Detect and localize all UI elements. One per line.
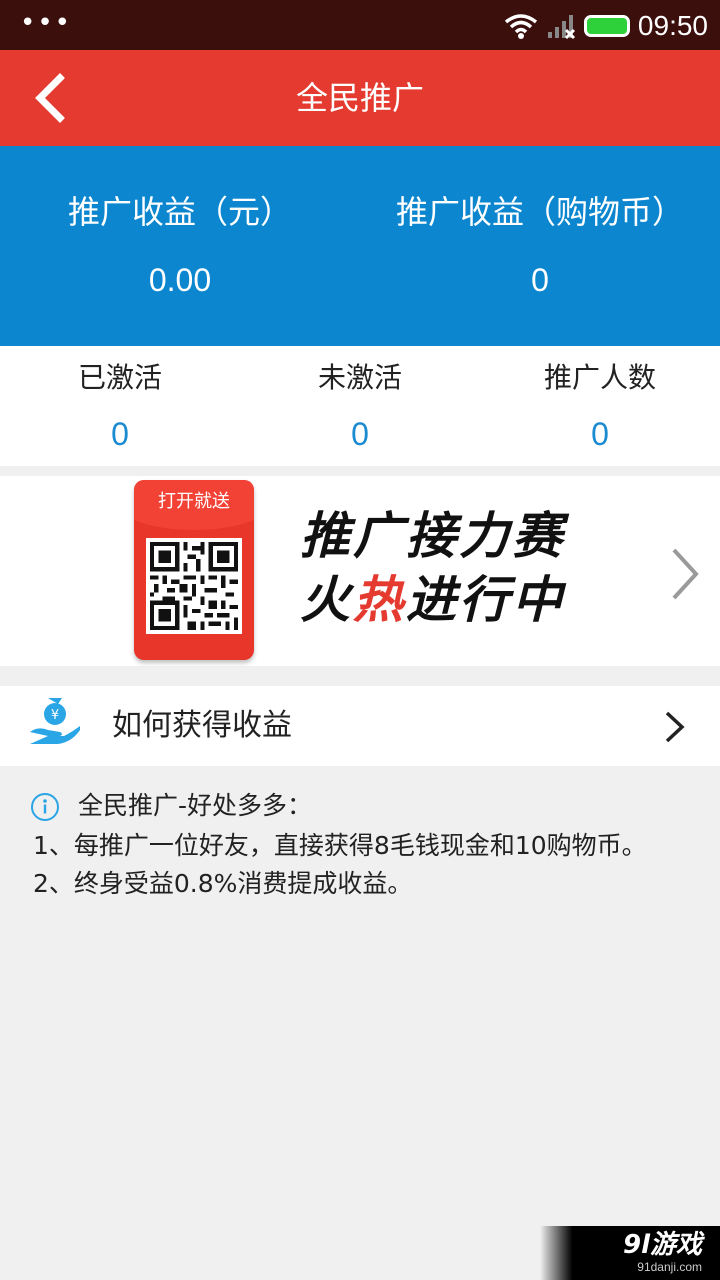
info-icon (31, 793, 59, 821)
info-section: 全民推广-好处多多： 1、每推广一位好友，直接获得8毛钱现金和10购物币。 2、… (0, 766, 720, 1226)
stat-activated[interactable]: 已激活 0 (0, 346, 240, 466)
stat-label: 未激活 (317, 361, 402, 394)
cash-earnings-label: 推广收益（元） (67, 193, 292, 231)
banner-heading: 推广接力赛 火热进行中 (300, 504, 610, 632)
page-title: 全民推广 (295, 79, 424, 117)
coin-earnings: 推广收益（购物币） 0 (360, 146, 720, 346)
chevron-right-icon (665, 711, 685, 743)
notification-dots: ••• (20, 8, 73, 38)
stat-value: 0 (591, 416, 609, 452)
coin-earnings-label: 推广收益（购物币） (395, 193, 684, 231)
clock: 09:50 (637, 10, 708, 41)
watermark-logo: 9l游戏 91danji.com (540, 1226, 720, 1280)
banner-heading-line1: 推广接力赛 (300, 507, 565, 565)
watermark-sub: 91danji.com (637, 1260, 702, 1274)
wifi-icon (504, 14, 538, 39)
svg-text:¥: ¥ (51, 708, 59, 723)
info-line: 1、每推广一位好友，直接获得8毛钱现金和10购物币。 (33, 831, 647, 860)
banner-heading-line2: 火热进行中 (300, 568, 610, 632)
battery-icon (583, 15, 630, 37)
info-title: 全民推广-好处多多： (78, 791, 313, 820)
promo-banner[interactable]: 打开就送 推广接力赛 火热进行中 (0, 476, 720, 666)
how-to-earn-row[interactable]: ¥ 如何获得收益 (0, 686, 720, 766)
banner-heading-part: 火 (300, 571, 353, 629)
money-hand-icon: ¥ (30, 698, 80, 744)
stat-value: 0 (111, 416, 129, 452)
cash-earnings: 推广收益（元） 0.00 (0, 146, 360, 346)
banner-heading-hot: 热 (353, 571, 406, 629)
watermark-main: 9l游戏 (622, 1230, 702, 1260)
signal-icon (547, 15, 575, 40)
red-envelope-image: 打开就送 (134, 480, 254, 660)
stats-row: 已激活 0 未激活 0 推广人数 0 (0, 346, 720, 466)
status-icons: 09:50 (504, 8, 708, 44)
info-line: 2、终身受益0.8%消费提成收益。 (33, 869, 413, 898)
stat-label: 推广人数 (543, 361, 656, 394)
app-header: 全民推广 (0, 50, 720, 146)
status-bar: ••• 09:50 (0, 0, 720, 50)
cash-earnings-value: 0.00 (148, 262, 212, 298)
banner-heading-part: 进行中 (406, 571, 565, 629)
envelope-text: 打开就送 (158, 491, 230, 512)
back-button[interactable] (28, 72, 78, 124)
chevron-left-icon (35, 73, 65, 123)
coin-earnings-value: 0 (531, 262, 549, 298)
stat-label: 已激活 (77, 361, 162, 394)
stat-value: 0 (351, 416, 369, 452)
how-to-earn-label: 如何获得收益 (112, 708, 292, 743)
chevron-right-icon[interactable] (668, 546, 702, 602)
stat-referral-count[interactable]: 推广人数 0 (480, 346, 720, 466)
qr-code-image (146, 538, 242, 634)
stat-inactive[interactable]: 未激活 0 (240, 346, 480, 466)
earnings-panel: 推广收益（元） 0.00 推广收益（购物币） 0 (0, 146, 720, 346)
